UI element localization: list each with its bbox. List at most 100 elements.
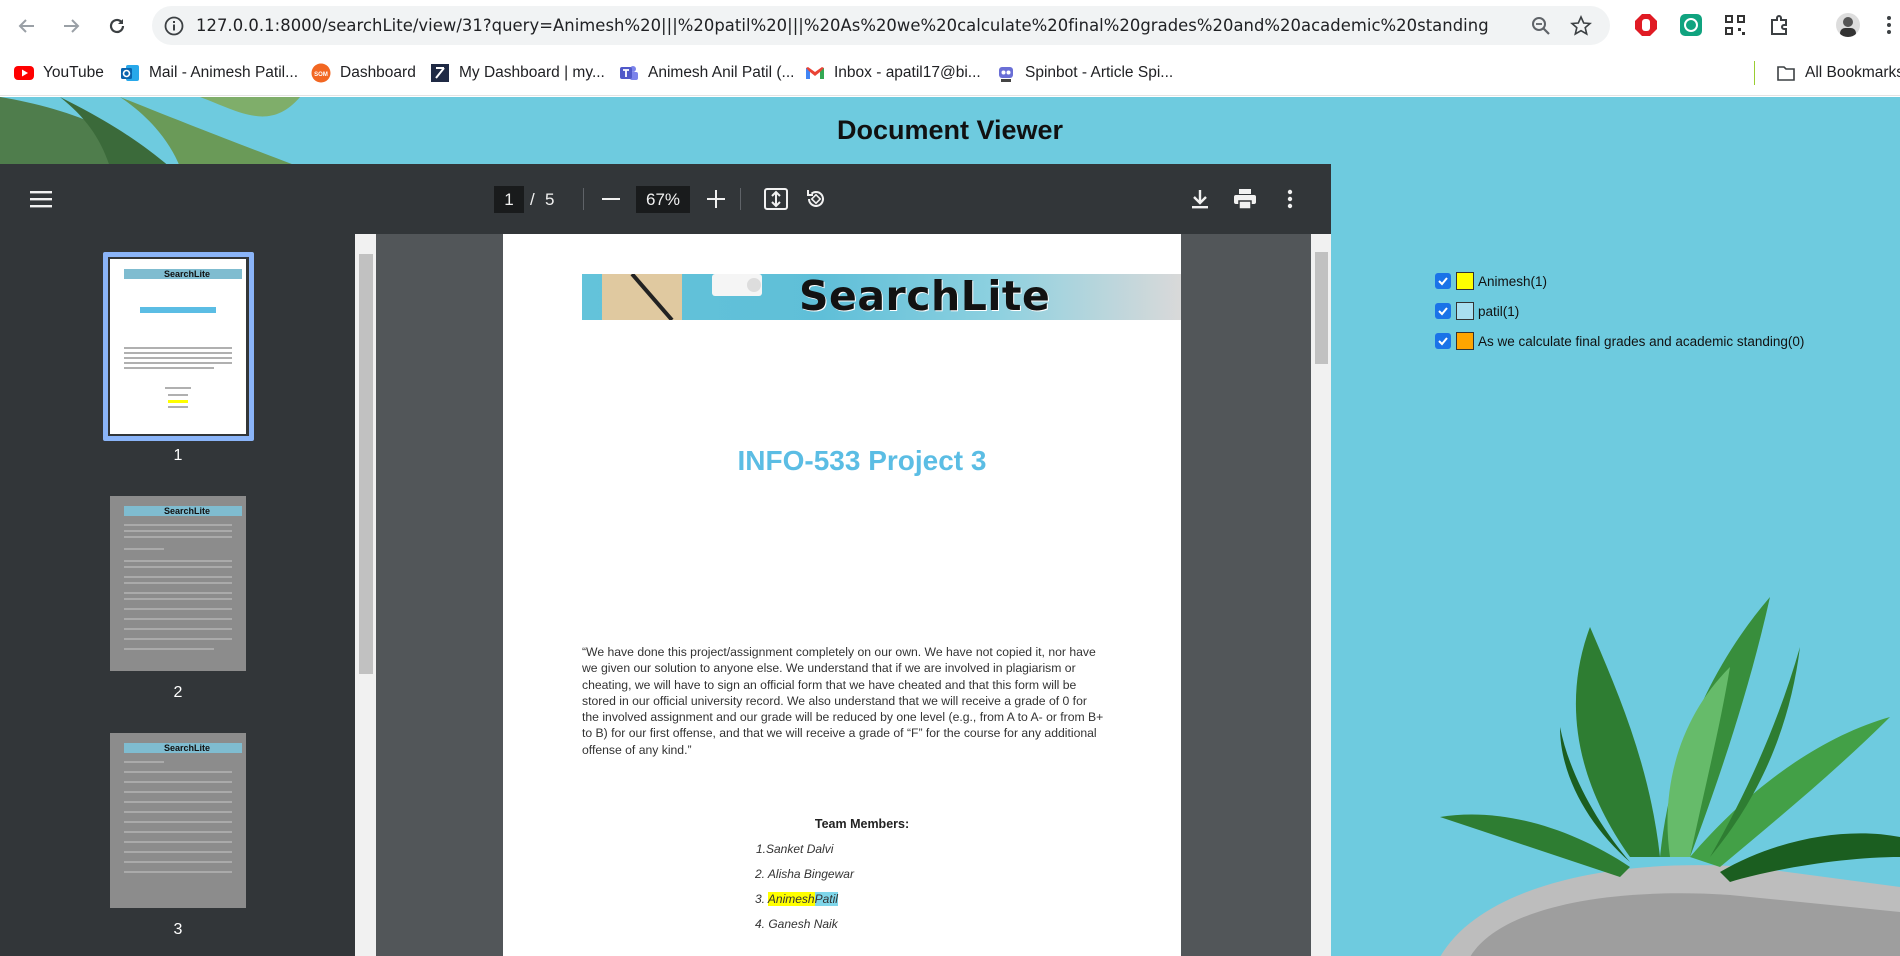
bookmark-inbox[interactable]: Inbox - apatil17@bi... <box>805 62 981 84</box>
highlight-animesh: Animesh <box>767 892 815 906</box>
thumbnail-page-2[interactable]: SearchLite <box>110 496 246 671</box>
legend-label: As we calculate final grades and academi… <box>1478 333 1805 349</box>
thumbnail-number: 3 <box>173 921 183 938</box>
print-icon[interactable] <box>1232 186 1258 212</box>
qr-code-icon[interactable] <box>1723 13 1747 37</box>
all-bookmarks[interactable]: All Bookmarks <box>1776 62 1900 84</box>
legend-label: patil(1) <box>1478 303 1520 319</box>
outlook-icon <box>121 65 139 81</box>
searchlite-banner: SearchLite <box>582 274 1181 320</box>
legend-row-animesh: Animesh(1) <box>1435 270 1547 292</box>
thumbnail-number: 1 <box>173 447 183 464</box>
document-area[interactable]: SearchLite INFO-533 Project 3 “We have d… <box>376 234 1311 956</box>
legend-swatch <box>1456 332 1474 350</box>
page-title: Document Viewer <box>836 115 1064 145</box>
bookmark-teams[interactable]: Animesh Anil Patil (... <box>619 62 794 84</box>
zoom-input[interactable]: 67% <box>636 186 690 213</box>
bookmark-label: My Dashboard | my... <box>459 64 605 81</box>
legend-checkbox[interactable] <box>1435 273 1451 289</box>
legend-swatch <box>1456 302 1474 320</box>
team-member: 4. Ganesh Naik <box>755 917 838 931</box>
team-member: 2. Alisha Bingewar <box>755 867 854 881</box>
site-info-icon[interactable] <box>164 16 184 36</box>
profile-avatar[interactable] <box>1836 13 1860 37</box>
highlight-patil: Patil <box>814 892 838 906</box>
bookmark-spinbot[interactable]: Spinbot - Article Spi... <box>996 62 1173 84</box>
toolbar-divider <box>740 188 741 210</box>
legend-row-patil: patil(1) <box>1435 300 1519 322</box>
thumbnail-page-1[interactable]: SearchLite <box>110 259 246 434</box>
forward-icon[interactable] <box>58 13 84 39</box>
extensions-icon[interactable] <box>1768 13 1792 37</box>
page-number-input[interactable]: 1 <box>494 186 524 213</box>
thumbnail-number: 2 <box>173 684 183 701</box>
svg-text:SOM: SOM <box>314 72 328 78</box>
browser-menu-icon[interactable] <box>1884 13 1894 37</box>
toolbar-divider <box>583 188 584 210</box>
team-members-heading: Team Members: <box>814 817 910 831</box>
thumbnail-pane[interactable]: SearchLite 1 SearchLite 2 SearchLite 3 <box>0 234 355 956</box>
dashboard-icon: SOM <box>311 63 331 83</box>
document-scroll-thumb[interactable] <box>1315 252 1328 364</box>
chatgpt-icon[interactable] <box>1679 13 1703 37</box>
bookmarks-divider <box>1754 61 1755 85</box>
bookmark-youtube[interactable]: YouTube <box>14 62 104 84</box>
folder-icon <box>1777 66 1795 81</box>
download-icon[interactable] <box>1187 186 1213 212</box>
bookmark-mydashboard[interactable]: My Dashboard | my... <box>430 62 605 84</box>
document-scrollbar[interactable] <box>1311 234 1331 956</box>
bookmark-label: Dashboard <box>340 64 416 81</box>
document-page: SearchLite INFO-533 Project 3 “We have d… <box>503 234 1181 956</box>
page-background: Document Viewer 1 / 5 67% SearchLite 1 S… <box>0 97 1900 956</box>
bookmark-label: YouTube <box>43 64 104 81</box>
bookmark-label: Mail - Animesh Patil... <box>149 64 299 81</box>
spinbot-icon <box>999 67 1013 82</box>
thumbnail-banner: SearchLite <box>164 269 211 279</box>
team-member-prefix: 3. <box>755 892 768 906</box>
page-separator: / <box>530 190 535 209</box>
zoom-out-icon[interactable] <box>598 186 624 212</box>
adblock-icon[interactable] <box>1634 13 1658 37</box>
fit-page-icon[interactable] <box>763 186 789 212</box>
back-icon[interactable] <box>14 13 40 39</box>
bookmark-mail[interactable]: Mail - Animesh Patil... <box>120 62 298 84</box>
legend-checkbox[interactable] <box>1435 303 1451 319</box>
gmail-icon <box>806 67 824 79</box>
browser-toolbar: 127.0.0.1:8000/searchLite/view/31?query=… <box>0 0 1900 50</box>
reload-icon[interactable] <box>104 13 130 39</box>
team-member: 1.Sanket Dalvi <box>756 842 834 856</box>
bookmark-dashboard[interactable]: SOM Dashboard <box>311 62 416 84</box>
legend-row-phrase: As we calculate final grades and academi… <box>1435 330 1804 352</box>
page-total: 5 <box>545 190 555 209</box>
address-bar[interactable]: 127.0.0.1:8000/searchLite/view/31?query=… <box>152 6 1610 45</box>
team-member-highlighted: 3. AnimeshPatil <box>755 892 838 906</box>
succulent-decoration <box>1440 597 1900 956</box>
sidebar-menu-icon[interactable] <box>28 186 54 212</box>
honesty-statement: “We have done this project/assignment co… <box>582 645 1104 757</box>
url-text[interactable]: 127.0.0.1:8000/searchLite/view/31?query=… <box>196 6 1489 45</box>
bookmarks-bar: YouTube Mail - Animesh Patil... SOM Dash… <box>0 50 1900 96</box>
document-title: INFO-533 Project 3 <box>737 445 987 476</box>
teams-icon <box>620 66 638 80</box>
bookmark-label: Inbox - apatil17@bi... <box>834 64 981 81</box>
bookmark-label: Animesh Anil Patil (... <box>648 64 795 81</box>
thumbnail-page-3[interactable]: SearchLite <box>110 733 246 908</box>
thumbnail-banner: SearchLite <box>164 506 211 516</box>
thumbnail-banner: SearchLite <box>164 743 211 753</box>
legend-checkbox[interactable] <box>1435 333 1451 349</box>
thumbnail-scrollbar[interactable] <box>355 234 376 956</box>
bookmark-label: Spinbot - Article Spi... <box>1025 64 1174 81</box>
bookmark-star-icon[interactable] <box>1570 15 1592 37</box>
pdf-viewer: 1 / 5 67% SearchLite 1 SearchLite 2 Sear… <box>0 164 1331 956</box>
all-bookmarks-label: All Bookmarks <box>1805 64 1900 81</box>
myd-icon <box>431 64 449 82</box>
zoom-in-icon[interactable] <box>703 186 729 212</box>
pdf-toolbar: 1 / 5 67% <box>0 164 1331 234</box>
rotate-icon[interactable] <box>803 186 829 212</box>
zoom-icon[interactable] <box>1530 15 1552 37</box>
banner-desk-image <box>602 274 762 320</box>
legend-swatch <box>1456 272 1474 290</box>
legend-label: Animesh(1) <box>1478 273 1548 289</box>
more-options-icon[interactable] <box>1277 186 1303 212</box>
thumbnail-scroll-thumb[interactable] <box>359 254 373 674</box>
